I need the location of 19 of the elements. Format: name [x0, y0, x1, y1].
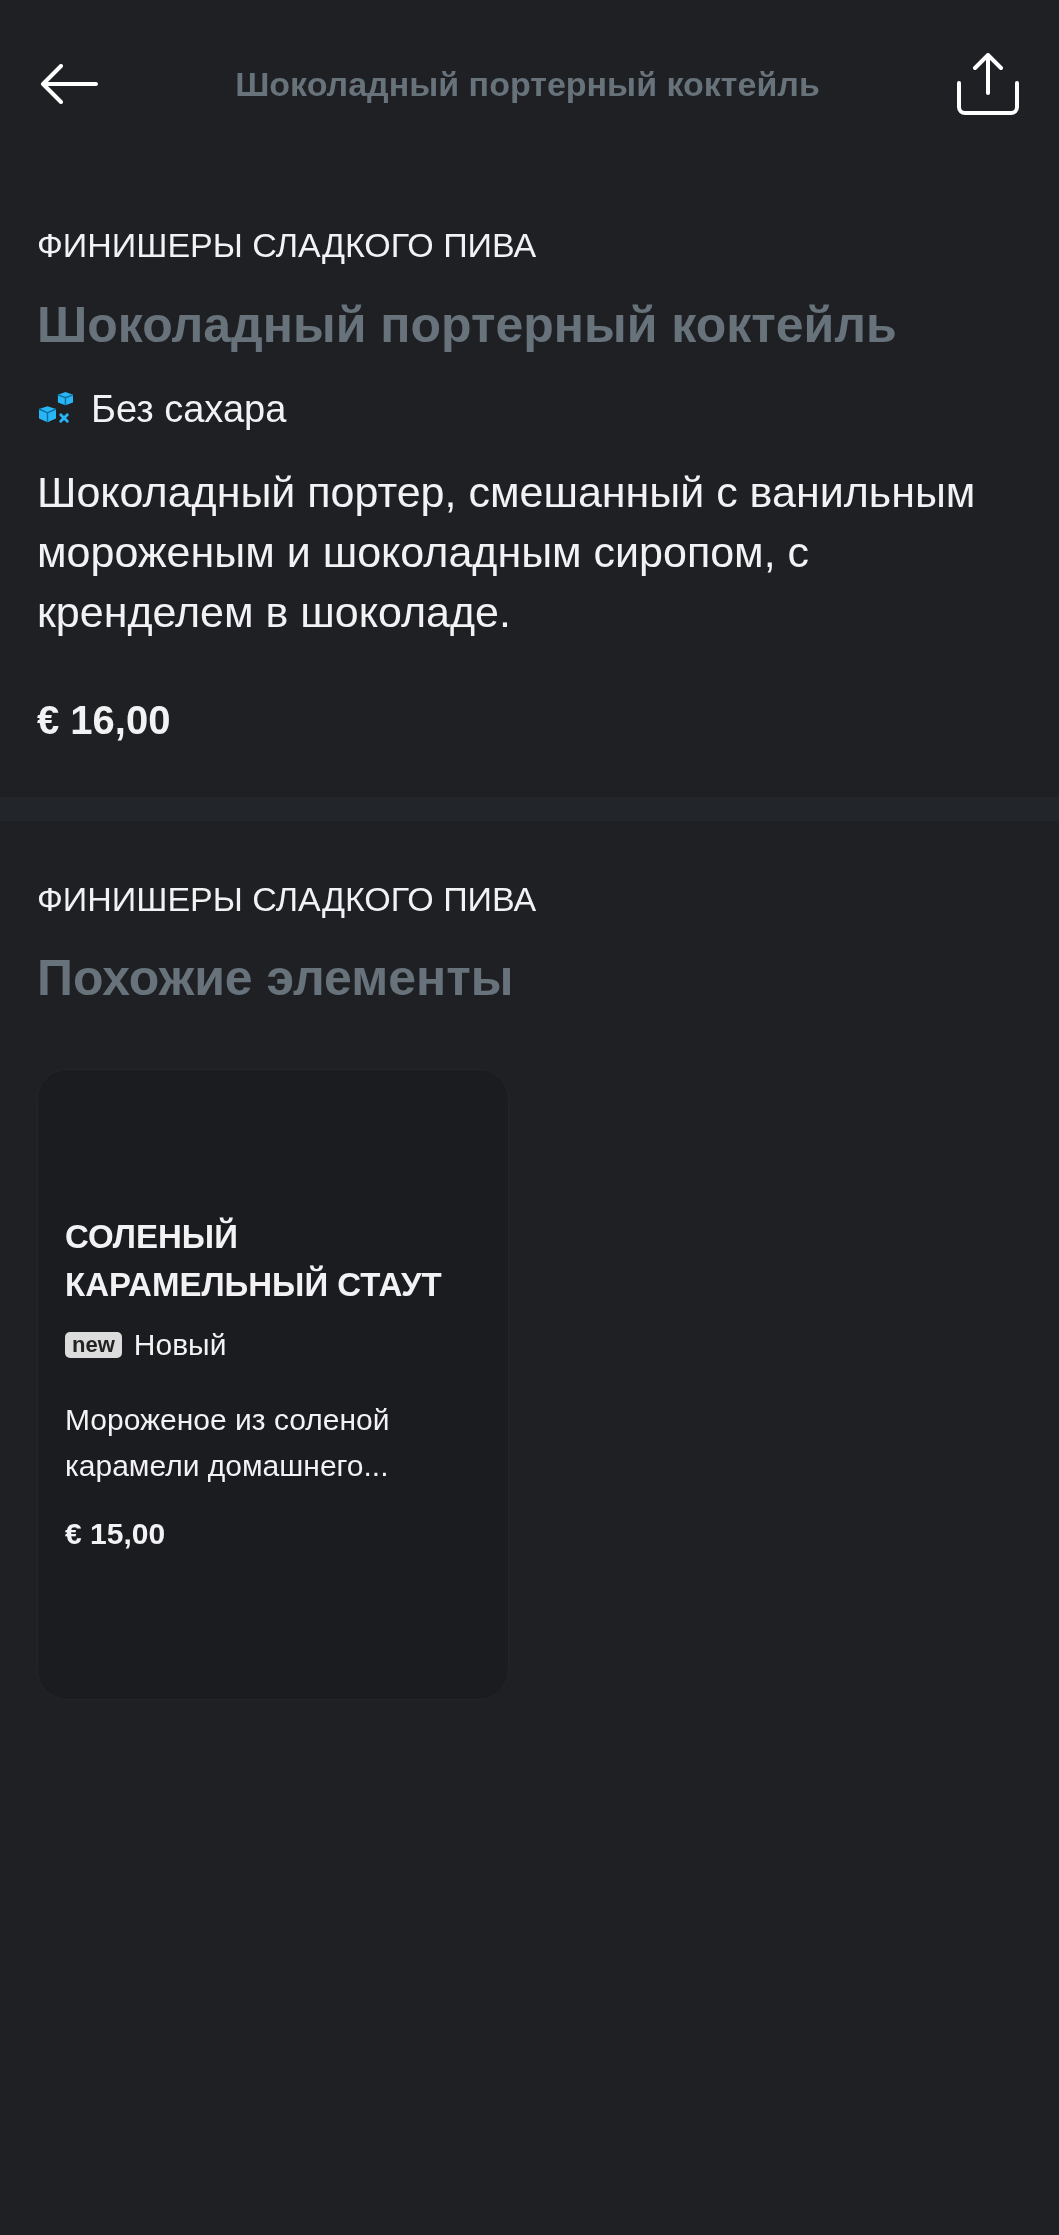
tag-label: Без сахара [91, 387, 287, 432]
cubes-icon [37, 392, 75, 426]
product-card[interactable]: СОЛЕНЫЙ КАРАМЕЛЬНЫЙ СТАУТ new Новый Мороженое из соленой карамели домашнего... € 15,00 [37, 1069, 509, 1700]
status-badge: new [65, 1332, 122, 1358]
section-title: Похожие элементы [37, 949, 515, 1008]
back-button[interactable] [40, 64, 98, 104]
page-title: Шоколадный портерный коктейль [235, 64, 820, 105]
card-title: СОЛЕНЫЙ КАРАМЕЛЬНЫЙ СТАУТ [65, 1216, 443, 1305]
product-title: Шоколадный портерный коктейль [37, 296, 898, 355]
category-label: ФИНИШЕРЫ СЛАДКОГО ПИВА [37, 879, 538, 920]
share-icon [957, 53, 1019, 115]
card-description: Мороженое из соленой карамели домашнего... [65, 1402, 391, 1484]
arrow-left-icon [40, 64, 98, 104]
product-price: € 16,00 [37, 697, 172, 744]
card-price: € 15,00 [65, 1516, 167, 1552]
tag-label: Новый [133, 1327, 227, 1363]
share-button[interactable] [957, 53, 1019, 115]
category-label: ФИНИШЕРЫ СЛАДКОГО ПИВА [37, 225, 538, 266]
product-description: Шоколадный портер, смешанный с ванильным мороженым и шоколадным сиропом, с кренделем в шоколаде. [37, 467, 977, 638]
